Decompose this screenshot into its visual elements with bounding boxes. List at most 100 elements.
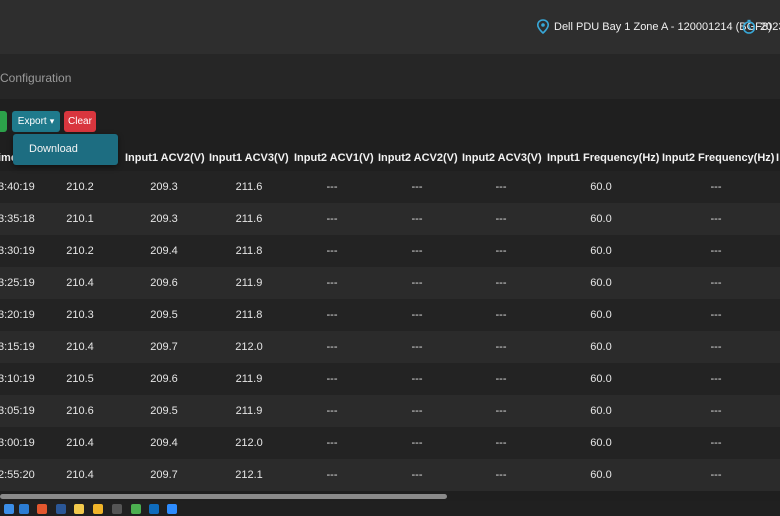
table-cell: 210.1 <box>66 213 94 225</box>
table-row: 3:25:19 210.4 209.6 211.9 --- --- --- 60.0 --- <box>0 267 780 299</box>
date-indicator: 2023 <box>742 18 780 36</box>
table-cell: 60.0 <box>590 437 612 449</box>
table-row: 3:40:19 210.2 209.3 211.6 --- --- --- 60.0 --- <box>0 171 780 203</box>
table-cell: 211.9 <box>235 373 263 385</box>
table-cell: 212.0 <box>235 341 263 353</box>
table-cell: --- <box>710 245 722 257</box>
table-cell: --- <box>495 469 507 481</box>
table-cell: 209.5 <box>150 405 178 417</box>
table-cell: 210.2 <box>66 245 94 257</box>
table-cell: 210.4 <box>66 469 94 481</box>
edge-icon[interactable] <box>19 504 29 514</box>
table-cell: 211.6 <box>235 213 263 225</box>
table-row: 3:15:19 210.4 209.7 212.0 --- --- --- 60.0 --- <box>0 331 780 363</box>
clear-button[interactable]: Clear <box>64 111 96 132</box>
column-header-input2-acv3[interactable]: Input2 ACV3(V) <box>462 152 542 164</box>
table-row: 3:10:19 210.5 209.6 211.9 --- --- --- 60.0 --- <box>0 363 780 395</box>
table-cell: --- <box>326 309 338 321</box>
device-name: Dell PDU Bay 1 Zone A - 120001214 (BGF8) <box>554 21 772 33</box>
table-cell: 60.0 <box>590 309 612 321</box>
table-cell: --- <box>495 245 507 257</box>
outlook-icon[interactable] <box>149 504 159 514</box>
table-cell: 60.0 <box>590 341 612 353</box>
table-cell: 210.3 <box>66 309 94 321</box>
table-cell: 210.4 <box>66 277 94 289</box>
explorer-icon[interactable] <box>93 504 103 514</box>
table-cell: 3:40:19 <box>0 181 35 193</box>
device-indicator[interactable]: Dell PDU Bay 1 Zone A - 120001214 (BGF8) <box>536 18 772 36</box>
section-title: Configuration <box>0 71 72 85</box>
terminal-icon[interactable] <box>112 504 122 514</box>
partial-green-button[interactable] <box>0 111 7 132</box>
location-pin-icon <box>536 19 550 35</box>
table-cell: 210.5 <box>66 373 94 385</box>
table-cell: --- <box>495 373 507 385</box>
table-cell: --- <box>710 405 722 417</box>
table-cell: --- <box>495 309 507 321</box>
table-cell: 211.9 <box>235 277 263 289</box>
table-cell: --- <box>710 309 722 321</box>
chrome-icon[interactable] <box>131 504 141 514</box>
table-cell: 3:35:18 <box>0 213 35 225</box>
table-cell: --- <box>710 213 722 225</box>
column-header-partial[interactable]: I <box>776 152 779 164</box>
table-cell: 209.6 <box>150 277 178 289</box>
table-cell: 3:05:19 <box>0 405 35 417</box>
table-cell: --- <box>326 469 338 481</box>
table-cell: 60.0 <box>590 181 612 193</box>
table-cell: 211.6 <box>235 181 263 193</box>
export-dropdown-menu: Download <box>13 134 118 165</box>
table-row: 3:35:18 210.1 209.3 211.6 --- --- --- 60.0 --- <box>0 203 780 235</box>
table-cell: --- <box>710 277 722 289</box>
download-menu-item[interactable]: Download <box>29 143 78 155</box>
table-cell: 210.4 <box>66 341 94 353</box>
taskbar <box>0 501 780 516</box>
table-cell: --- <box>710 341 722 353</box>
table-cell: 209.3 <box>150 213 178 225</box>
table-cell: 209.6 <box>150 373 178 385</box>
table-cell: --- <box>495 181 507 193</box>
table-cell: 60.0 <box>590 277 612 289</box>
table-cell: 60.0 <box>590 245 612 257</box>
export-label: Export <box>17 116 47 127</box>
column-header-input1-acv2[interactable]: Input1 ACV2(V) <box>125 152 205 164</box>
table-cell: 209.3 <box>150 181 178 193</box>
column-header-input1-frequency[interactable]: Input1 Frequency(Hz) <box>547 152 659 164</box>
table-cell: 211.8 <box>235 309 263 321</box>
table-cell: --- <box>495 277 507 289</box>
table-cell: 209.5 <box>150 309 178 321</box>
chrome-icon[interactable] <box>74 504 84 514</box>
table-cell: --- <box>710 373 722 385</box>
table-cell: 210.4 <box>66 437 94 449</box>
column-header-input1-acv3[interactable]: Input1 ACV3(V) <box>209 152 289 164</box>
column-header-input2-acv2[interactable]: Input2 ACV2(V) <box>378 152 458 164</box>
horizontal-scrollbar[interactable] <box>0 494 447 499</box>
table-cell: 60.0 <box>590 469 612 481</box>
table-cell: --- <box>710 181 722 193</box>
table-cell: 60.0 <box>590 373 612 385</box>
column-header-input2-frequency[interactable]: Input2 Frequency(Hz) <box>662 152 774 164</box>
table-cell: 210.6 <box>66 405 94 417</box>
table-cell: --- <box>411 437 423 449</box>
table-cell: --- <box>326 213 338 225</box>
export-button[interactable]: Export ▾ <box>12 111 60 132</box>
table-cell: 209.7 <box>150 469 178 481</box>
table-cell: --- <box>326 245 338 257</box>
table-cell: --- <box>411 181 423 193</box>
table-cell: 60.0 <box>590 405 612 417</box>
table-cell: 3:30:19 <box>0 245 35 257</box>
top-bar: Dell PDU Bay 1 Zone A - 120001214 (BGF8)… <box>0 0 780 54</box>
word-icon[interactable] <box>56 504 66 514</box>
windows-icon[interactable] <box>4 504 14 514</box>
table-cell: --- <box>326 181 338 193</box>
zoom-icon[interactable] <box>167 504 177 514</box>
table-cell: --- <box>326 437 338 449</box>
table-cell: --- <box>495 213 507 225</box>
brave-icon[interactable] <box>37 504 47 514</box>
table-cell: 209.4 <box>150 245 178 257</box>
table-cell: --- <box>326 405 338 417</box>
table-cell: --- <box>411 341 423 353</box>
column-header-input2-acv1[interactable]: Input2 ACV1(V) <box>294 152 374 164</box>
table-cell: 211.8 <box>235 245 263 257</box>
table-cell: --- <box>411 309 423 321</box>
